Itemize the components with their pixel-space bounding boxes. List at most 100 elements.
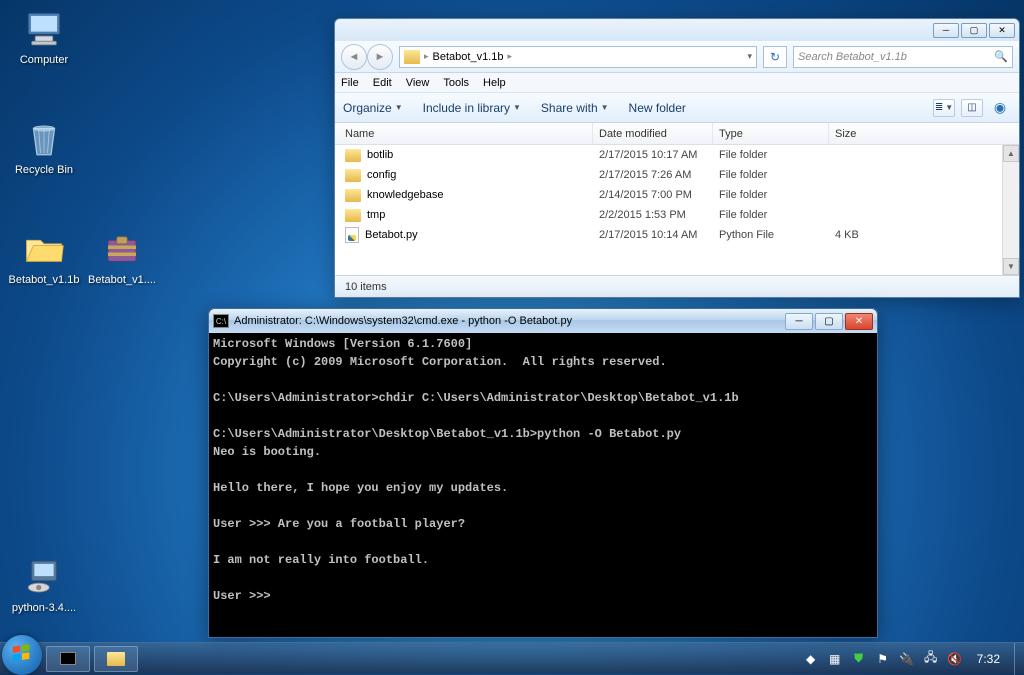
menu-tools[interactable]: Tools <box>443 77 469 89</box>
minimize-button[interactable]: ─ <box>933 23 959 38</box>
taskbar-explorer[interactable] <box>94 646 138 672</box>
search-input[interactable]: Search Betabot_v1.1b 🔍 <box>793 46 1013 68</box>
status-text: 10 items <box>345 281 387 293</box>
close-button[interactable]: ✕ <box>845 313 873 330</box>
desktop-icon-recycle[interactable]: Recycle Bin <box>6 118 82 177</box>
refresh-button[interactable]: ↻ <box>763 46 787 68</box>
tray-network-icon[interactable]: 🖧 <box>923 651 939 667</box>
file-row[interactable]: tmp 2/2/2015 1:53 PMFile folder <box>335 205 1019 225</box>
include-library-button[interactable]: Include in library▼ <box>423 101 521 115</box>
file-type: File folder <box>713 169 829 181</box>
column-name[interactable]: Name <box>335 123 593 144</box>
desktop-icon-label: python-3.4.... <box>6 602 82 615</box>
desktop-icon-python-installer[interactable]: python-3.4.... <box>6 556 82 615</box>
desktop-icon-label: Betabot_v1.1b <box>6 274 82 287</box>
file-name: tmp <box>367 209 385 221</box>
maximize-button[interactable]: ▢ <box>961 23 987 38</box>
folder-icon <box>345 149 361 162</box>
chevron-down-icon[interactable]: ▾ <box>747 51 752 62</box>
file-list: botlib2/17/2015 10:17 AMFile folderconfi… <box>335 145 1019 275</box>
desktop-icon-betabot-folder[interactable]: Betabot_v1.1b <box>6 228 82 287</box>
chevron-down-icon: ▼ <box>513 103 521 112</box>
file-date: 2/17/2015 7:26 AM <box>593 169 713 181</box>
view-button[interactable]: ≣▼ <box>933 99 955 117</box>
minimize-button[interactable]: ─ <box>785 313 813 330</box>
cmd-title: Administrator: C:\Windows\system32\cmd.e… <box>234 315 572 327</box>
tray-flag-icon[interactable]: ⚑ <box>875 651 891 667</box>
file-date: 2/2/2015 1:53 PM <box>593 209 713 221</box>
folder-icon <box>345 169 361 182</box>
file-row[interactable]: knowledgebase2/14/2015 7:00 PMFile folde… <box>335 185 1019 205</box>
desktop-icon-computer[interactable]: Computer <box>6 8 82 67</box>
menu-view[interactable]: View <box>406 77 430 89</box>
breadcrumb-segment[interactable]: Betabot_v1.1b <box>433 51 504 63</box>
file-type: File folder <box>713 209 829 221</box>
breadcrumb[interactable]: ▸ Betabot_v1.1b ▸ ▾ <box>399 46 757 68</box>
file-date: 2/17/2015 10:14 AM <box>593 229 713 241</box>
tray-icon[interactable]: ◆ <box>803 651 819 667</box>
forward-button[interactable]: ► <box>367 44 393 70</box>
file-date: 2/17/2015 10:17 AM <box>593 149 713 161</box>
column-type[interactable]: Type <box>713 123 829 144</box>
clock[interactable]: 7:32 <box>977 652 1000 666</box>
menu-file[interactable]: File <box>341 77 359 89</box>
tray-power-icon[interactable]: 🔌 <box>899 651 915 667</box>
desktop-icon-label: Computer <box>6 54 82 67</box>
installer-icon <box>23 556 65 598</box>
organize-button[interactable]: Organize▼ <box>343 101 403 115</box>
folder-icon <box>23 228 65 270</box>
explorer-nav: ◄ ► ▸ Betabot_v1.1b ▸ ▾ ↻ Search Betabot… <box>335 41 1019 73</box>
file-type: File folder <box>713 149 829 161</box>
file-size: 4 KB <box>829 229 899 241</box>
help-button[interactable]: ◉ <box>989 99 1011 117</box>
close-button[interactable]: ✕ <box>989 23 1015 38</box>
menu-edit[interactable]: Edit <box>373 77 392 89</box>
column-date[interactable]: Date modified <box>593 123 713 144</box>
file-name: knowledgebase <box>367 189 443 201</box>
cmd-output[interactable]: Microsoft Windows [Version 6.1.7600] Cop… <box>209 333 877 637</box>
breadcrumb-sep: ▸ <box>507 51 512 62</box>
chevron-down-icon: ▼ <box>601 103 609 112</box>
file-row[interactable]: config2/17/2015 7:26 AMFile folder <box>335 165 1019 185</box>
file-row[interactable]: botlib2/17/2015 10:17 AMFile folder <box>335 145 1019 165</box>
cmd-titlebar[interactable]: C:\ Administrator: C:\Windows\system32\c… <box>209 309 877 333</box>
file-name: Betabot.py <box>365 229 418 241</box>
start-button[interactable] <box>2 635 42 675</box>
search-icon: 🔍 <box>994 50 1008 63</box>
tray-volume-icon[interactable]: 🔇 <box>947 651 963 667</box>
new-folder-button[interactable]: New folder <box>629 101 686 115</box>
breadcrumb-sep: ▸ <box>424 51 429 62</box>
computer-icon <box>23 8 65 50</box>
share-button[interactable]: Share with▼ <box>541 101 609 115</box>
scrollbar[interactable]: ▲ ▼ <box>1002 145 1019 275</box>
maximize-button[interactable]: ▢ <box>815 313 843 330</box>
preview-pane-button[interactable]: ◫ <box>961 99 983 117</box>
tray-security-icon[interactable]: ⛊ <box>851 651 867 667</box>
menu-help[interactable]: Help <box>483 77 506 89</box>
folder-icon <box>345 189 361 202</box>
taskbar-cmd[interactable] <box>46 646 90 672</box>
explorer-titlebar[interactable]: ─ ▢ ✕ <box>335 19 1019 41</box>
file-date: 2/14/2015 7:00 PM <box>593 189 713 201</box>
taskbar: ◆ ▦ ⛊ ⚑ 🔌 🖧 🔇 7:32 <box>0 642 1024 674</box>
recycle-bin-icon <box>23 118 65 160</box>
cmd-icon: C:\ <box>213 314 229 328</box>
toolbar: Organize▼ Include in library▼ Share with… <box>335 93 1019 123</box>
system-tray: ◆ ▦ ⛊ ⚑ 🔌 🖧 🔇 7:32 <box>795 651 1008 667</box>
tray-icon[interactable]: ▦ <box>827 651 843 667</box>
desktop-icon-label: Recycle Bin <box>6 164 82 177</box>
show-desktop-button[interactable] <box>1014 643 1024 675</box>
explorer-window: ─ ▢ ✕ ◄ ► ▸ Betabot_v1.1b ▸ ▾ ↻ Search B… <box>334 18 1020 298</box>
scroll-up[interactable]: ▲ <box>1003 145 1019 162</box>
cmd-window: C:\ Administrator: C:\Windows\system32\c… <box>208 308 878 638</box>
desktop-icon-betabot-rar[interactable]: Betabot_v1.... <box>84 228 160 287</box>
file-type: Python File <box>713 229 829 241</box>
scroll-down[interactable]: ▼ <box>1003 258 1019 275</box>
back-button[interactable]: ◄ <box>341 44 367 70</box>
desktop-icon-label: Betabot_v1.... <box>84 274 160 287</box>
search-placeholder: Search Betabot_v1.1b <box>798 51 907 63</box>
column-size[interactable]: Size <box>829 123 939 144</box>
file-list-header: Name Date modified Type Size <box>335 123 1019 145</box>
file-row[interactable]: Betabot.py 2/17/2015 10:14 AMPython File4… <box>335 225 1019 245</box>
chevron-down-icon: ▼ <box>395 103 403 112</box>
